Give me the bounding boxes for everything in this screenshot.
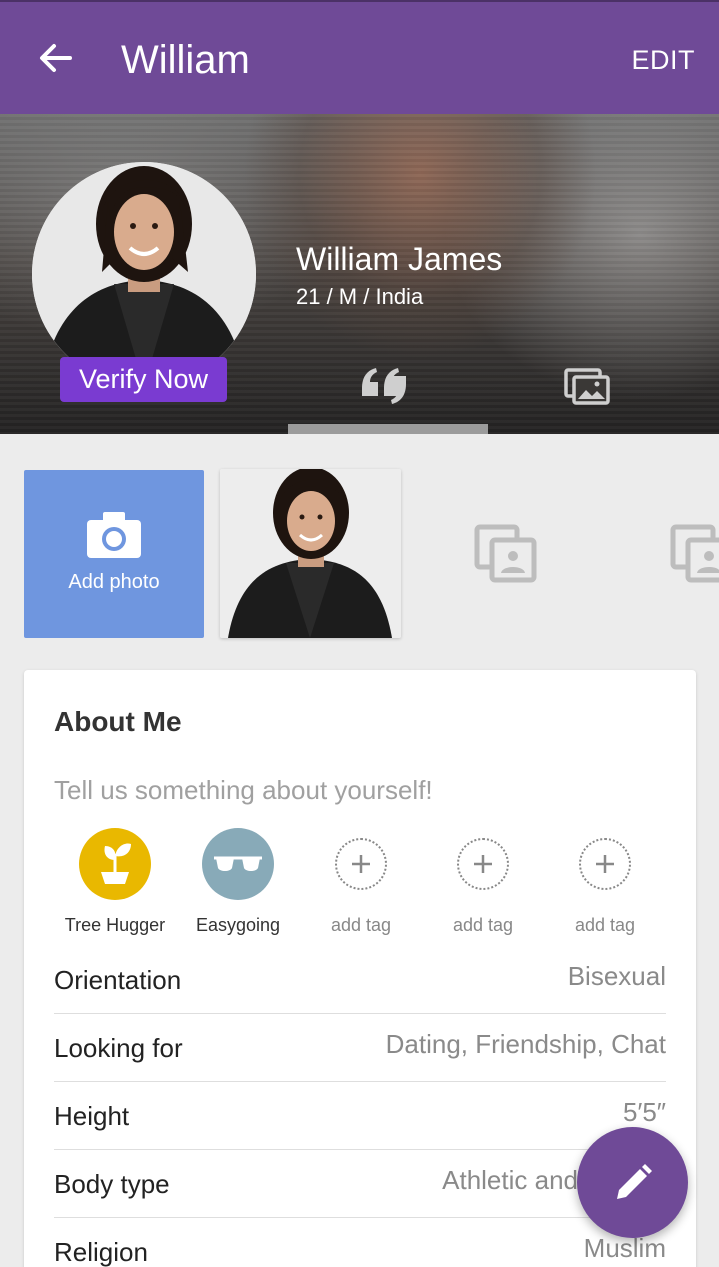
field-religion[interactable]: Religion Muslim	[54, 1218, 666, 1267]
profile-name: William James	[296, 241, 503, 277]
edit-button[interactable]: EDIT	[631, 44, 695, 76]
back-arrow-icon[interactable]	[36, 38, 76, 78]
field-body-type[interactable]: Body type Athletic and	[54, 1150, 666, 1218]
tag-label: add tag	[452, 915, 514, 935]
avatar[interactable]	[32, 162, 256, 386]
photo-placeholder-icon[interactable]	[670, 524, 719, 584]
quote-icon[interactable]	[358, 366, 414, 406]
photo-thumbnail[interactable]	[220, 469, 401, 638]
tag-label: Tree Hugger	[64, 915, 166, 935]
field-value: 5′5″	[623, 1097, 666, 1127]
photo-placeholder-icon[interactable]	[474, 524, 538, 584]
field-orientation[interactable]: Orientation Bisexual	[54, 946, 666, 1014]
tag-easygoing[interactable]: Easygoing	[177, 828, 299, 936]
page-title: William	[121, 38, 250, 82]
verify-now-button[interactable]: Verify Now	[60, 357, 227, 402]
field-looking-for[interactable]: Looking for Dating, Friendship, Chat	[54, 1014, 666, 1082]
plus-icon	[335, 838, 387, 890]
tag-label: add tag	[330, 915, 392, 935]
plus-icon	[579, 838, 631, 890]
pencil-icon	[617, 1164, 652, 1199]
add-tag-button[interactable]: add tag	[544, 828, 666, 936]
add-tag-button[interactable]: add tag	[300, 828, 422, 936]
about-title: About Me	[54, 706, 182, 737]
sprout-icon	[79, 828, 151, 900]
sunglasses-icon	[202, 828, 274, 900]
app-bar: William EDIT	[0, 0, 719, 114]
field-label: Orientation	[54, 965, 182, 995]
camera-icon	[87, 512, 141, 558]
add-photo-button[interactable]: Add photo	[24, 470, 204, 638]
field-value: Dating, Friendship, Chat	[385, 1029, 666, 1059]
gallery-icon[interactable]	[562, 366, 614, 406]
profile-header: Verify Now William James 21 / M / India	[0, 114, 719, 434]
profile-meta: 21 / M / India	[296, 284, 424, 309]
field-value: Athletic and	[442, 1165, 578, 1195]
about-input[interactable]: Tell us something about yourself!	[54, 774, 433, 806]
tag-label: add tag	[574, 915, 636, 935]
plus-icon	[457, 838, 509, 890]
field-label: Religion	[54, 1237, 148, 1267]
add-tag-button[interactable]: add tag	[422, 828, 544, 936]
tag-label: Easygoing	[195, 915, 281, 935]
field-label: Looking for	[54, 1033, 183, 1063]
edit-fab[interactable]	[577, 1127, 688, 1238]
profile-screen: William EDIT Verify Now William James 21…	[0, 0, 719, 1267]
field-label: Body type	[54, 1169, 170, 1199]
field-value: Bisexual	[567, 961, 666, 991]
field-height[interactable]: Height 5′5″	[54, 1082, 666, 1150]
tag-tree-hugger[interactable]: Tree Hugger	[54, 828, 176, 936]
field-label: Height	[54, 1101, 130, 1131]
tab-indicator	[288, 424, 488, 434]
add-photo-label: Add photo	[68, 571, 160, 593]
